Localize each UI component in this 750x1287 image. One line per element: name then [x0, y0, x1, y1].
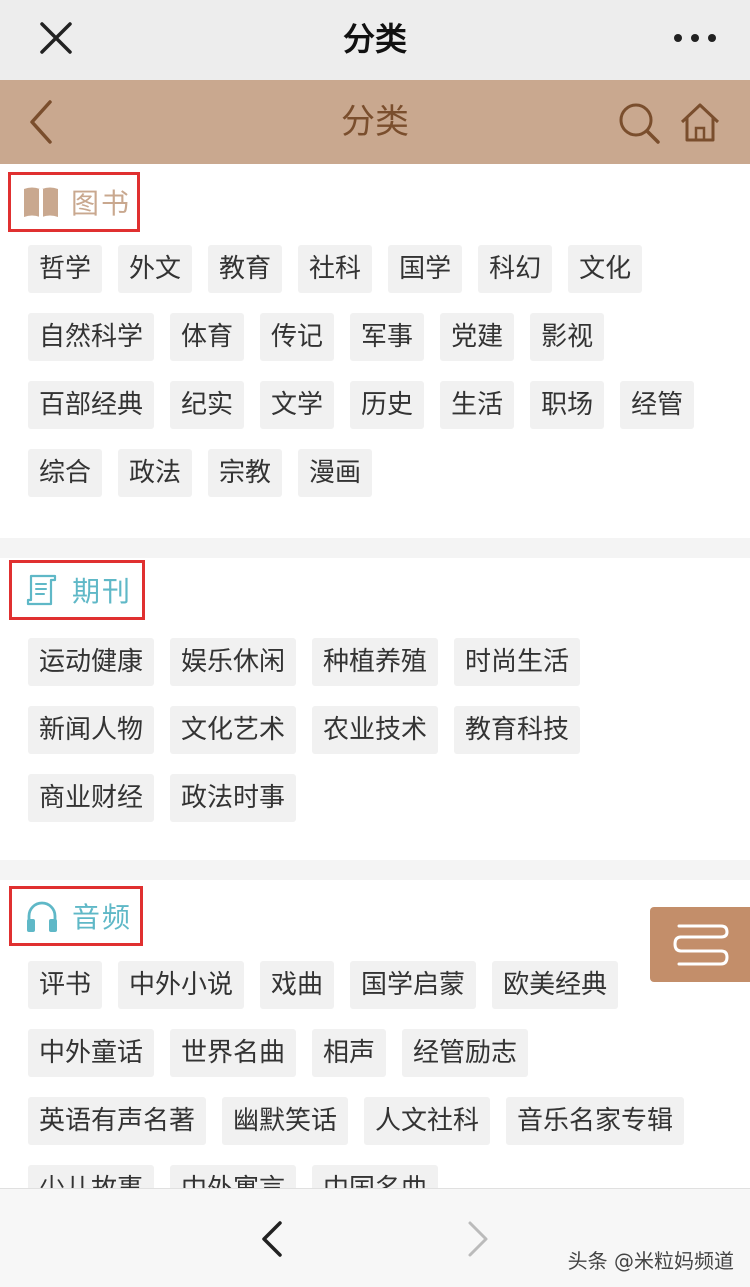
- books-tag[interactable]: 职场: [530, 381, 605, 429]
- books-tag[interactable]: 生活: [440, 381, 515, 429]
- books-tag[interactable]: 影视: [530, 313, 605, 361]
- audio-section: 音频 评书 中外小说 戏曲 国学启蒙 欧美经典中外童话 世界名曲 相声 经管励志英语有声名著幽…: [0, 880, 750, 1188]
- wechat-title: 分类: [342, 20, 407, 58]
- journals-tag[interactable]: 农业技术: [312, 706, 439, 754]
- books-tag[interactable]: 哲学: [28, 245, 103, 293]
- journals-section: 期刊 运动健康 娱乐休闲 种植养殖 时尚生活新闻人物 文化艺术 农业技术 教育科技商业财经政…: [0, 558, 750, 860]
- audio-tag[interactable]: 音乐名家专辑: [506, 1097, 685, 1145]
- section-divider: [0, 538, 750, 558]
- audio-tag[interactable]: 人文社科: [364, 1097, 491, 1145]
- journals-tag[interactable]: 商业财经: [28, 774, 155, 822]
- books-tag[interactable]: 教育: [208, 245, 283, 293]
- book-icon: [21, 182, 61, 222]
- audio-tag[interactable]: 经管励志: [402, 1029, 529, 1077]
- audio-section-title: 音频: [72, 901, 133, 934]
- category-content: 图书 哲学 外文 教育 社科 国学 科幻 文化自然科学 体育 传记 军事 党建 影视百部经典 纪实 文学历…: [0, 164, 750, 1188]
- books-tag[interactable]: 纪实: [170, 381, 245, 429]
- headphones-icon: [22, 896, 62, 936]
- books-tag[interactable]: 社科: [298, 245, 373, 293]
- audio-tag[interactable]: 国学启蒙: [350, 961, 477, 1009]
- journals-tag[interactable]: 种植养殖: [312, 638, 439, 686]
- bottom-navigation: 头条 @米粒妈频道: [0, 1188, 750, 1287]
- journals-tag[interactable]: 政法时事: [170, 774, 297, 822]
- prev-page-button[interactable]: [250, 1217, 294, 1261]
- section-divider: [0, 860, 750, 880]
- books-tag[interactable]: 传记: [260, 313, 335, 361]
- journals-tag[interactable]: 时尚生活: [454, 638, 581, 686]
- books-tag[interactable]: 综合: [28, 449, 103, 497]
- audio-tag[interactable]: 中外小说: [118, 961, 245, 1009]
- books-tag[interactable]: 国学: [388, 245, 463, 293]
- scroll-icon: [22, 570, 62, 610]
- books-section-title: 图书: [71, 187, 132, 220]
- books-tag[interactable]: 外文: [118, 245, 193, 293]
- journals-section-header: 期刊: [9, 560, 145, 620]
- audio-tag[interactable]: 相声: [312, 1029, 387, 1077]
- watermark: 头条 @米粒妈频道: [567, 1249, 734, 1273]
- books-tag-list: 哲学 外文 教育 社科 国学 科幻 文化自然科学 体育 传记 军事 党建 影视百部经典 纪实 文学 历史 生活…: [28, 245, 738, 517]
- audio-tag[interactable]: 英语有声名著: [28, 1097, 207, 1145]
- audio-tag[interactable]: 中国名曲: [312, 1165, 439, 1188]
- bookshelf-button[interactable]: [650, 907, 750, 982]
- journals-tag[interactable]: 教育科技: [454, 706, 581, 754]
- books-tag[interactable]: 军事: [350, 313, 425, 361]
- audio-tag[interactable]: 少儿故事: [28, 1165, 155, 1188]
- books-tag[interactable]: 宗教: [208, 449, 283, 497]
- audio-tag[interactable]: 戏曲: [260, 961, 335, 1009]
- bookshelf-icon: [673, 924, 729, 965]
- audio-tag[interactable]: 中外童话: [28, 1029, 155, 1077]
- app-header: 分类: [0, 80, 750, 164]
- books-tag[interactable]: 政法: [118, 449, 193, 497]
- books-tag[interactable]: 百部经典: [28, 381, 155, 429]
- journals-tag-list: 运动健康 娱乐休闲 种植养殖 时尚生活新闻人物 文化艺术 农业技术 教育科技商业财经 政法时事: [28, 638, 738, 842]
- audio-tag[interactable]: 欧美经典: [492, 961, 619, 1009]
- audio-tag-list: 评书 中外小说 戏曲 国学启蒙 欧美经典中外童话 世界名曲 相声 经管励志英语有声名著 幽默笑话…: [28, 961, 738, 1188]
- books-tag[interactable]: 党建: [440, 313, 515, 361]
- search-icon[interactable]: [616, 100, 662, 146]
- audio-tag[interactable]: 世界名曲: [170, 1029, 297, 1077]
- audio-section-header: 音频: [9, 886, 143, 946]
- books-tag[interactable]: 漫画: [298, 449, 373, 497]
- journals-tag[interactable]: 运动健康: [28, 638, 155, 686]
- books-tag[interactable]: 历史: [350, 381, 425, 429]
- wechat-title-bar: 分类: [0, 0, 750, 80]
- audio-tag[interactable]: 中外寓言: [170, 1165, 297, 1188]
- journals-tag[interactable]: 娱乐休闲: [170, 638, 297, 686]
- books-section: 图书 哲学 外文 教育 社科 国学 科幻 文化自然科学 体育 传记 军事 党建 影视百部经典 纪实 文学历…: [0, 164, 750, 538]
- journals-section-title: 期刊: [72, 575, 133, 608]
- books-tag[interactable]: 文学: [260, 381, 335, 429]
- journals-tag[interactable]: 文化艺术: [170, 706, 297, 754]
- audio-tag[interactable]: 评书: [28, 961, 103, 1009]
- books-tag[interactable]: 自然科学: [28, 313, 155, 361]
- audio-tag[interactable]: 幽默笑话: [222, 1097, 349, 1145]
- books-section-header: 图书: [8, 172, 140, 232]
- books-tag[interactable]: 文化: [568, 245, 643, 293]
- next-page-button[interactable]: [456, 1217, 500, 1261]
- books-tag[interactable]: 体育: [170, 313, 245, 361]
- more-icon[interactable]: [670, 24, 720, 52]
- home-icon[interactable]: [676, 98, 724, 146]
- books-tag[interactable]: 经管: [620, 381, 695, 429]
- books-tag[interactable]: 科幻: [478, 245, 553, 293]
- journals-tag[interactable]: 新闻人物: [28, 706, 155, 754]
